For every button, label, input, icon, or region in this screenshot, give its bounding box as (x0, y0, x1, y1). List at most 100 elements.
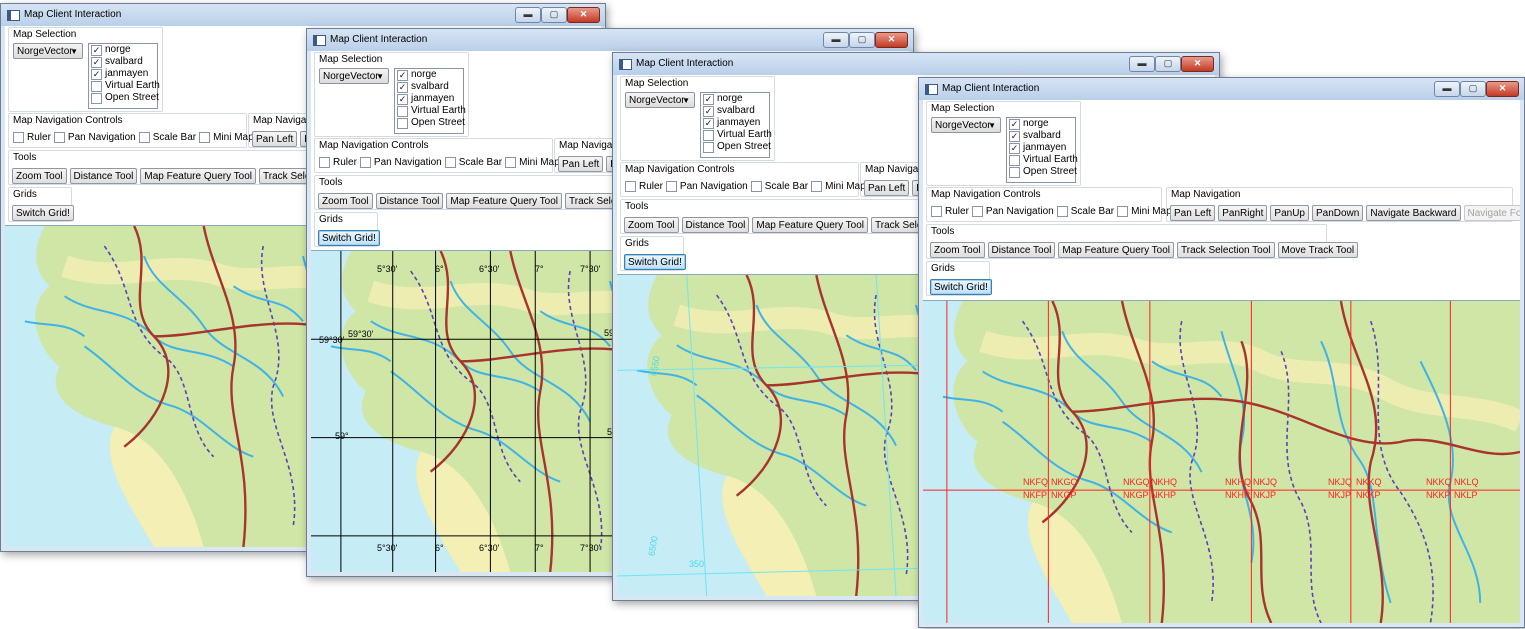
pan-down-button[interactable]: PanDown (1311, 205, 1364, 221)
pan-up-button[interactable]: PanUp (1270, 205, 1309, 221)
layer-checkbox[interactable] (91, 80, 102, 92)
pan-navigation-checkbox[interactable]: Pan Navigation (971, 206, 1054, 217)
map-client-window-4[interactable]: Map Client Interaction ▬ ▢ ✕ Map Selecti… (918, 77, 1525, 628)
layer-item[interactable]: ✓ janmayen (395, 93, 463, 105)
maximize-button[interactable]: ▢ (541, 7, 567, 23)
layer-checkbox[interactable] (1009, 166, 1020, 178)
scale-bar-checkbox[interactable]: Scale Bar (1056, 206, 1114, 217)
switch-grid-button[interactable]: Switch Grid! (930, 279, 992, 295)
layer-checkbox[interactable] (1009, 154, 1020, 166)
layer-item[interactable]: ✓ svalbard (1007, 130, 1075, 142)
map-source-combo[interactable]: NorgeVector ▼ (625, 92, 695, 108)
layer-checkbox[interactable] (703, 141, 714, 153)
layer-listbox[interactable]: ✓ norge ✓ svalbard ✓ janmayen Virtual Earth… (700, 92, 772, 158)
switch-grid-button[interactable]: Switch Grid! (624, 254, 686, 270)
maximize-button[interactable]: ▢ (849, 32, 875, 48)
pan-right-button[interactable]: PanRight (1218, 205, 1268, 221)
switch-grid-button[interactable]: Switch Grid! (318, 230, 380, 246)
mini-map-checkbox[interactable]: Mini Map (1117, 206, 1172, 217)
distance-tool-button[interactable]: Distance Tool (69, 168, 138, 184)
zoom-tool-button[interactable]: Zoom Tool (318, 193, 373, 209)
layer-checkbox[interactable]: ✓ (1009, 142, 1020, 154)
layer-checkbox[interactable]: ✓ (1009, 118, 1020, 130)
scale-bar-checkbox[interactable]: Scale Bar (138, 132, 196, 143)
layer-item[interactable]: ✓ norge (89, 44, 157, 56)
distance-tool-button[interactable]: Distance Tool (681, 217, 750, 233)
layer-checkbox[interactable]: ✓ (91, 68, 102, 80)
layer-checkbox[interactable]: ✓ (91, 44, 102, 56)
navigate-forward-button[interactable]: Navigate Forward (1463, 205, 1520, 221)
layer-item[interactable]: ✓ norge (701, 93, 769, 105)
pan-navigation-checkbox[interactable]: Pan Navigation (359, 157, 442, 168)
maximize-button[interactable]: ▢ (1460, 81, 1486, 97)
map-source-combo[interactable]: NorgeVector ▼ (13, 43, 83, 59)
map-view[interactable]: NKFQ NKGQ NKGQ NKHQ NKHQ NKJQ NKJQ NKKQ NKKQ NKLQ… (923, 300, 1520, 623)
title-bar[interactable]: Map Client Interaction ▬ ▢ ✕ (919, 78, 1524, 100)
pan-left-button[interactable]: Pan Left (252, 131, 298, 147)
title-bar[interactable]: Map Client Interaction ▬ ▢ ✕ (307, 29, 913, 51)
layer-checkbox[interactable]: ✓ (397, 93, 408, 105)
feature-query-tool-button[interactable]: Map Feature Query Tool (1058, 242, 1175, 258)
layer-item[interactable]: Virtual Earth (701, 129, 772, 141)
layer-item[interactable]: ✓ svalbard (395, 81, 463, 93)
mini-map-checkbox[interactable]: Mini Map (199, 132, 254, 143)
layer-checkbox[interactable]: ✓ (703, 93, 714, 105)
scale-bar-checkbox[interactable]: Scale Bar (444, 157, 502, 168)
layer-item[interactable]: Open Street (395, 117, 465, 129)
layer-item[interactable]: ✓ janmayen (701, 117, 769, 129)
layer-item[interactable]: ✓ janmayen (1007, 142, 1075, 154)
layer-item[interactable]: Virtual Earth (1007, 154, 1078, 166)
layer-item[interactable]: ✓ norge (395, 69, 463, 81)
ruler-checkbox[interactable]: Ruler (931, 206, 969, 217)
pan-left-button[interactable]: Pan Left (558, 156, 604, 172)
minimize-button[interactable]: ▬ (1129, 56, 1155, 72)
layer-item[interactable]: Open Street (89, 92, 159, 104)
layer-checkbox[interactable] (397, 105, 408, 117)
layer-item[interactable]: Open Street (1007, 166, 1077, 178)
layer-checkbox[interactable]: ✓ (397, 69, 408, 81)
layer-item[interactable]: ✓ janmayen (89, 68, 157, 80)
layer-item[interactable]: ✓ norge (1007, 118, 1075, 130)
zoom-tool-button[interactable]: Zoom Tool (12, 168, 67, 184)
layer-item[interactable]: ✓ svalbard (89, 56, 157, 68)
layer-checkbox[interactable]: ✓ (1009, 130, 1020, 142)
layer-checkbox[interactable] (91, 92, 102, 104)
minimize-button[interactable]: ▬ (1434, 81, 1460, 97)
zoom-tool-button[interactable]: Zoom Tool (930, 242, 985, 258)
layer-listbox[interactable]: ✓ norge ✓ svalbard ✓ janmayen Virtual Earth… (394, 68, 466, 134)
feature-query-tool-button[interactable]: Map Feature Query Tool (140, 168, 257, 184)
title-bar[interactable]: Map Client Interaction ▬ ▢ ✕ (613, 53, 1219, 75)
mini-map-checkbox[interactable]: Mini Map (811, 181, 866, 192)
maximize-button[interactable]: ▢ (1155, 56, 1181, 72)
close-button[interactable]: ✕ (1486, 81, 1519, 97)
layer-item[interactable]: Virtual Earth (395, 105, 466, 117)
pan-navigation-checkbox[interactable]: Pan Navigation (665, 181, 748, 192)
feature-query-tool-button[interactable]: Map Feature Query Tool (752, 217, 869, 233)
title-bar[interactable]: Map Client Interaction ▬ ▢ ✕ (1, 4, 605, 26)
layer-listbox[interactable]: ✓ norge ✓ svalbard ✓ janmayen Virtual Earth… (1006, 117, 1078, 183)
map-source-combo[interactable]: NorgeVector ▼ (319, 68, 389, 84)
ruler-checkbox[interactable]: Ruler (319, 157, 357, 168)
close-button[interactable]: ✕ (567, 7, 600, 23)
layer-checkbox[interactable] (703, 129, 714, 141)
navigate-backward-button[interactable]: Navigate Backward (1366, 205, 1461, 221)
minimize-button[interactable]: ▬ (823, 32, 849, 48)
layer-checkbox[interactable]: ✓ (397, 81, 408, 93)
distance-tool-button[interactable]: Distance Tool (987, 242, 1056, 258)
layer-item[interactable]: ✓ svalbard (701, 105, 769, 117)
ruler-checkbox[interactable]: Ruler (625, 181, 663, 192)
move-track-tool-button[interactable]: Move Track Tool (1277, 242, 1359, 258)
layer-item[interactable]: Open Street (701, 141, 771, 153)
map-source-combo[interactable]: NorgeVector ▼ (931, 117, 1001, 133)
layer-item[interactable]: Virtual Earth (89, 80, 160, 92)
close-button[interactable]: ✕ (875, 32, 908, 48)
track-selection-tool-button[interactable]: Track Selection Tool (1177, 242, 1275, 258)
minimize-button[interactable]: ▬ (515, 7, 541, 23)
zoom-tool-button[interactable]: Zoom Tool (624, 217, 679, 233)
pan-navigation-checkbox[interactable]: Pan Navigation (53, 132, 136, 143)
close-button[interactable]: ✕ (1181, 56, 1214, 72)
scale-bar-checkbox[interactable]: Scale Bar (750, 181, 808, 192)
map-canvas[interactable] (923, 301, 1520, 623)
layer-checkbox[interactable]: ✓ (703, 117, 714, 129)
mini-map-checkbox[interactable]: Mini Map (505, 157, 560, 168)
